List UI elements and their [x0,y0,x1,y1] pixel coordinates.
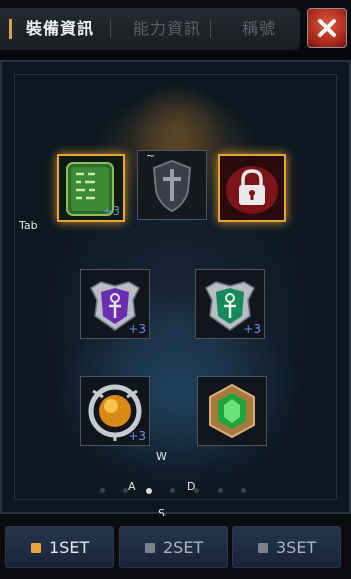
page-dot[interactable] [194,488,199,493]
equip-slot-tome[interactable]: +3 [57,154,125,222]
set-button-label: 2SET [163,538,204,557]
set-button-3[interactable]: 3SET [232,526,341,568]
tab-title[interactable]: 稱號 [218,8,300,50]
set-indicator [145,543,155,553]
tab-divider [110,20,111,38]
page-dot[interactable] [123,488,128,493]
set-button-2[interactable]: 2SET [119,526,228,568]
page-dot[interactable] [100,488,105,493]
tab-equipment-info[interactable]: 裝備資訊 [18,8,102,50]
equip-slot-gold-orb[interactable]: +3 [80,376,150,446]
equip-slot-green-crest[interactable]: +3 [195,269,265,339]
key-label-w: W [156,450,167,463]
key-label-tilde: ~ [146,149,156,162]
emerald-gem-icon [198,377,266,445]
enhance-level: +3 [102,204,120,218]
set-indicator [258,543,268,553]
page-dot[interactable] [241,488,246,493]
equip-slot-locked[interactable] [218,154,286,222]
tab-ability-info[interactable]: 能力資訊 [118,8,216,50]
set-button-bar: 1SET 2SET 3SET [0,516,351,579]
enhance-level: +3 [128,322,146,336]
set-button-label: 3SET [276,538,317,557]
set-button-1[interactable]: 1SET [5,526,114,568]
page-dot-active[interactable] [146,487,152,494]
set-button-label: 1SET [49,538,90,557]
equip-slot-emerald[interactable] [197,376,267,446]
set-indicator [31,543,41,553]
tab-bar: 裝備資訊 能力資訊 稱號 [0,8,300,50]
active-tab-marker [9,19,12,39]
enhance-level: +3 [243,322,261,336]
page-indicator [100,487,250,494]
key-label-tab: Tab [19,219,38,232]
enhance-level: +3 [128,429,146,443]
lock-icon [220,156,284,220]
equipment-panel [0,60,351,514]
top-bar: 裝備資訊 能力資訊 稱號 [0,0,351,58]
close-icon [318,19,336,37]
page-dot[interactable] [218,488,223,493]
close-button[interactable] [307,8,347,48]
equip-slot-purple-crest[interactable]: +3 [80,269,150,339]
tab-divider [210,20,211,38]
page-dot[interactable] [170,488,175,493]
